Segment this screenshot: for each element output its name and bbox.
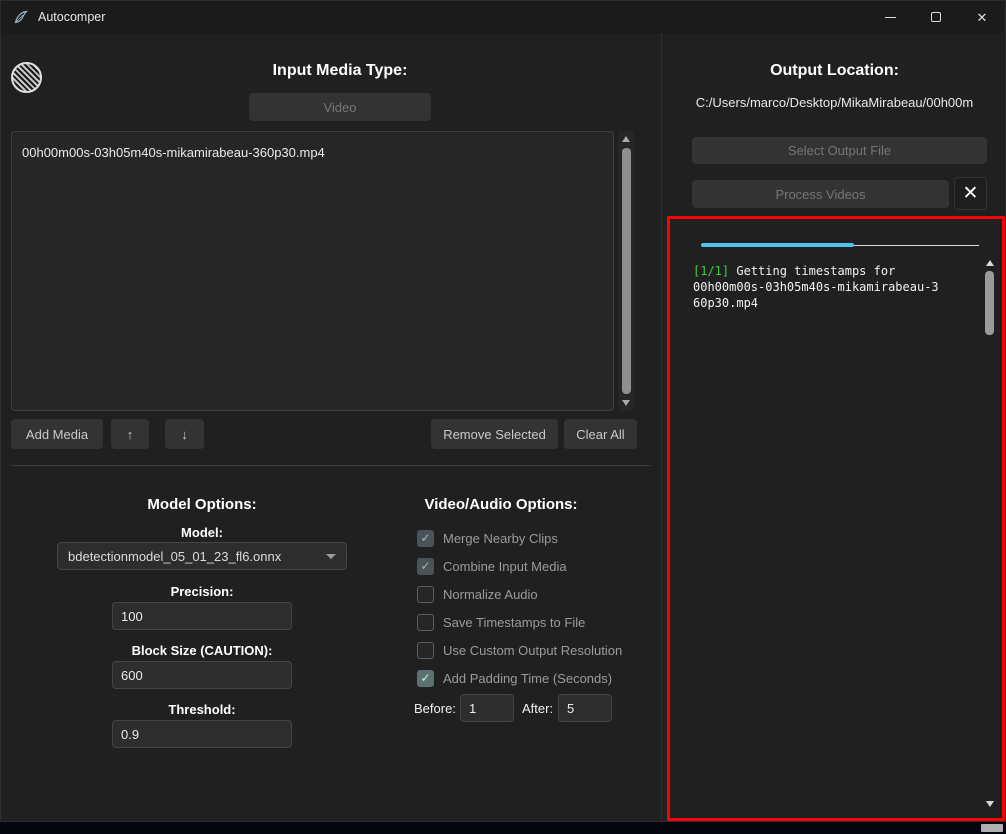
scroll-down-icon[interactable] <box>986 801 994 807</box>
console-log: [1/1] Getting timestamps for 00h00m00s-0… <box>693 263 973 311</box>
console-line: 60p30.mp4 <box>693 295 973 311</box>
checkbox-icon <box>417 642 434 659</box>
before-label: Before: <box>414 701 456 716</box>
clear-all-button[interactable]: Clear All <box>564 419 637 449</box>
model-select[interactable]: bdetectionmodel_05_01_23_fl6.onnx <box>57 542 347 570</box>
block-size-input[interactable] <box>112 661 292 689</box>
vertical-divider <box>661 33 662 822</box>
precision-label: Precision: <box>1 584 403 599</box>
scroll-up-icon[interactable] <box>986 260 994 266</box>
checkbox-label: Combine Input Media <box>443 559 567 574</box>
checkbox-merge-nearby-clips[interactable]: Merge Nearby Clips <box>417 528 558 548</box>
checkbox-add-padding-time[interactable]: Add Padding Time (Seconds) <box>417 668 612 688</box>
checkbox-normalize-audio[interactable]: Normalize Audio <box>417 584 538 604</box>
checkbox-label: Normalize Audio <box>443 587 538 602</box>
checkbox-label: Add Padding Time (Seconds) <box>443 671 612 686</box>
scroll-down-icon[interactable] <box>622 400 630 406</box>
remove-selected-button[interactable]: Remove Selected <box>431 419 558 449</box>
checkbox-icon <box>417 558 434 575</box>
move-down-button[interactable]: ↓ <box>165 419 204 449</box>
checkbox-label: Use Custom Output Resolution <box>443 643 622 658</box>
checkbox-icon <box>417 670 434 687</box>
input-media-type-heading: Input Media Type: <box>10 62 670 80</box>
horizontal-divider <box>11 465 651 466</box>
after-label: After: <box>522 701 553 716</box>
chevron-down-icon <box>326 554 336 559</box>
close-icon: ✕ <box>977 11 988 24</box>
console-line: 00h00m00s-03h05m40s-mikamirabeau-3 <box>693 279 973 295</box>
checkbox-label: Merge Nearby Clips <box>443 531 558 546</box>
screen: Autocomper ✕ Input Media Type: Video 00h… <box>0 0 1006 834</box>
minimize-icon <box>885 17 896 18</box>
app-feather-icon <box>13 9 29 25</box>
window-title: Autocomper <box>38 10 105 24</box>
move-up-button[interactable]: ↑ <box>111 419 149 449</box>
checkbox-custom-output-resolution[interactable]: Use Custom Output Resolution <box>417 640 622 660</box>
scrollbar-thumb[interactable] <box>985 271 994 335</box>
checkbox-icon <box>417 614 434 631</box>
taskbar <box>0 822 1006 834</box>
threshold-input[interactable] <box>112 720 292 748</box>
select-output-file-button[interactable]: Select Output File <box>692 137 987 164</box>
media-list-scrollbar[interactable] <box>618 131 634 411</box>
close-button[interactable]: ✕ <box>959 1 1005 33</box>
scrollbar-thumb[interactable] <box>622 148 631 394</box>
process-videos-button[interactable]: Process Videos <box>692 180 949 208</box>
checkbox-save-timestamps[interactable]: Save Timestamps to File <box>417 612 585 632</box>
app-window: Autocomper ✕ Input Media Type: Video 00h… <box>0 0 1006 822</box>
console-scrollbar[interactable] <box>982 255 997 812</box>
titlebar: Autocomper ✕ <box>1 1 1005 33</box>
after-input[interactable] <box>558 694 612 722</box>
scroll-up-icon[interactable] <box>622 136 630 142</box>
progress-track <box>854 245 979 246</box>
precision-input[interactable] <box>112 602 292 630</box>
console-line: [1/1] Getting timestamps for <box>693 263 973 279</box>
maximize-button[interactable] <box>913 1 959 33</box>
console-progress-badge: [1/1] <box>693 264 729 278</box>
media-file-list[interactable]: 00h00m00s-03h05m40s-mikamirabeau-360p30.… <box>11 131 614 411</box>
model-label: Model: <box>1 525 403 540</box>
list-item[interactable]: 00h00m00s-03h05m40s-mikamirabeau-360p30.… <box>22 145 603 160</box>
output-path: C:/Users/marco/Desktop/MikaMirabeau/00h0… <box>664 95 1005 110</box>
av-options-heading: Video/Audio Options: <box>351 496 651 513</box>
model-options-heading: Model Options: <box>1 496 403 513</box>
maximize-icon <box>931 12 941 22</box>
block-size-label: Block Size (CAUTION): <box>1 643 403 658</box>
output-location-heading: Output Location: <box>662 62 1006 80</box>
checkbox-icon <box>417 586 434 603</box>
add-media-button[interactable]: Add Media <box>11 419 103 449</box>
cancel-process-button[interactable]: ✕ <box>954 177 987 210</box>
checkbox-icon <box>417 530 434 547</box>
taskbar-tray-item[interactable] <box>981 824 1003 832</box>
progress-bar <box>701 243 979 247</box>
media-type-video-button[interactable]: Video <box>249 93 431 121</box>
checkbox-combine-input-media[interactable]: Combine Input Media <box>417 556 567 576</box>
annotation-highlight-rect: [1/1] Getting timestamps for 00h00m00s-0… <box>667 216 1005 821</box>
console-text: Getting timestamps for <box>729 264 895 278</box>
model-select-value: bdetectionmodel_05_01_23_fl6.onnx <box>68 549 281 564</box>
minimize-button[interactable] <box>867 1 913 33</box>
before-input[interactable] <box>460 694 514 722</box>
close-icon: ✕ <box>963 183 979 204</box>
window-controls: ✕ <box>867 1 1005 33</box>
threshold-label: Threshold: <box>1 702 403 717</box>
progress-fill <box>701 243 854 247</box>
checkbox-label: Save Timestamps to File <box>443 615 585 630</box>
